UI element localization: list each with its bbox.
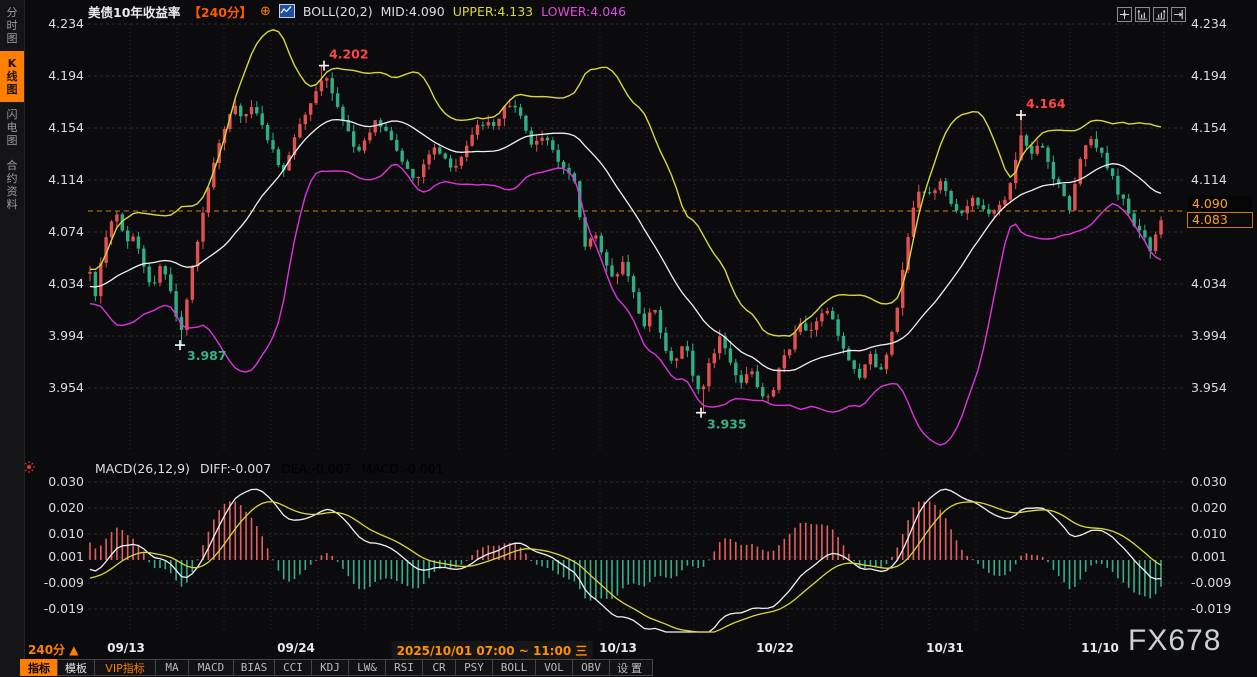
macd-macd-value: MACD:-0.001 [362, 461, 444, 476]
toolbar-button-KDJ[interactable]: KDJ [311, 659, 349, 676]
macd-tick-left: 0.020 [22, 500, 84, 515]
macd-tick-right: 0.001 [1191, 549, 1227, 564]
price-tick-right: 4.034 [1191, 276, 1227, 291]
boll-upper-value: UPPER:4.133 [453, 4, 533, 19]
date-tick: 10/22 [756, 641, 794, 655]
price-tick-left: 4.154 [22, 120, 84, 135]
toolbar-button-OBV[interactable]: OBV [572, 659, 610, 676]
chart-header: 美债10年收益率 【240分】 ⊕ BOLL(20,2) MID:4.090 U… [88, 2, 626, 20]
current-bar-time-label: 2025/10/01 07:00 ~ 11:00 三 [392, 641, 593, 660]
last-price-label: 4.083 [1187, 212, 1253, 228]
extreme-price-label: 4.164 [1026, 96, 1066, 111]
reference-price-label: 4.090 [1188, 196, 1252, 211]
add-indicator-icon[interactable]: ⊕ [260, 4, 271, 19]
toolbar-button-CCI[interactable]: CCI [274, 659, 312, 676]
price-tick-left: 3.994 [22, 328, 84, 343]
candlestick-series[interactable] [88, 30, 1162, 445]
toolbar-button-MACD[interactable]: MACD [188, 659, 234, 676]
toolbar-button-BIAS[interactable]: BIAS [233, 659, 275, 676]
sidebar-tab-K线图[interactable]: K线图 [0, 51, 24, 102]
macd-tick-right: 0.020 [1191, 500, 1227, 515]
macd-tick-right: 0.030 [1191, 474, 1227, 489]
date-tick: 10/31 [926, 641, 964, 655]
price-tick-right: 3.994 [1191, 328, 1227, 343]
macd-tick-right: 0.010 [1191, 526, 1227, 541]
crosshair-icon[interactable] [1117, 7, 1132, 22]
macd-tick-right: -0.009 [1191, 575, 1231, 590]
macd-tick-left: -0.019 [22, 601, 84, 616]
pan-right-icon[interactable] [1171, 7, 1186, 22]
toolbar-button-指标[interactable]: 指标 [20, 659, 58, 676]
boll-name-label: BOLL(20,2) [303, 4, 373, 19]
price-tick-left: 4.034 [22, 276, 84, 291]
sidebar-tab-分时图[interactable]: 分时图 [0, 0, 24, 51]
toolbar-button-MA[interactable]: MA [155, 659, 189, 676]
macd-dea-value: DEA:-0.007 [281, 461, 351, 476]
toolbar-button-BOLL[interactable]: BOLL [492, 659, 536, 676]
macd-tick-left: 0.001 [22, 549, 84, 564]
price-annotations: 4.202 4.164 3.987 3.935 [175, 47, 1066, 432]
chart-canvas[interactable]: 4.202 4.164 3.987 3.935 [0, 0, 1257, 677]
toolbar-button-LW&[interactable]: LW& [348, 659, 386, 676]
toolbar-button-模板[interactable]: 模板 [57, 659, 95, 676]
toolbar-button-设置[interactable]: 设置 [609, 659, 653, 676]
indicator-toolbar: 指标模板VIP指标MAMACDBIASCCIKDJLW&RSICRPSYBOLL… [20, 659, 652, 676]
toolbar-button-RSI[interactable]: RSI [385, 659, 423, 676]
axis-scale-right-icon[interactable] [1153, 7, 1168, 22]
price-tick-right: 4.114 [1191, 172, 1227, 187]
sidebar: 分时图K线图闪电图合约资料 [0, 0, 25, 677]
price-tick-left: 4.114 [22, 172, 84, 187]
sidebar-tab-闪电图[interactable]: 闪电图 [0, 102, 24, 153]
date-tick: 09/24 [277, 641, 315, 655]
price-tick-left: 4.074 [22, 224, 84, 239]
watermark: FX678 [1128, 624, 1221, 658]
toolbar-button-VOL[interactable]: VOL [535, 659, 573, 676]
axis-scale-left-icon[interactable] [1135, 7, 1150, 22]
macd-header: MACD(26,12,9) DIFF:-0.007 DEA:-0.007 MAC… [95, 461, 444, 476]
period-label[interactable]: 【240分】 [188, 2, 252, 21]
boll-mid-value: MID:4.090 [381, 4, 445, 19]
price-tick-right: 4.154 [1191, 120, 1227, 135]
price-tick-right: 3.954 [1191, 380, 1227, 395]
extreme-price-label: 4.202 [329, 47, 369, 62]
price-tick-right: 4.234 [1191, 16, 1227, 31]
boll-chart-icon[interactable] [279, 4, 295, 18]
boll-lower-value: LOWER:4.046 [541, 4, 626, 19]
toolbar-button-VIP指标[interactable]: VIP指标 [94, 659, 156, 676]
toolbar-button-PSY[interactable]: PSY [455, 659, 493, 676]
timeframe-label[interactable]: 240分 ▲ [28, 641, 78, 658]
price-tick-right: 4.194 [1191, 68, 1227, 83]
toolbar-button-CR[interactable]: CR [422, 659, 456, 676]
macd-tick-left: 0.010 [22, 526, 84, 541]
chart-app: 分时图K线图闪电图合约资料 美债10年收益率 【240分】 ⊕ BOLL(20,… [0, 0, 1257, 677]
macd-tick-right: -0.019 [1191, 601, 1231, 616]
price-tick-left: 4.234 [22, 16, 84, 31]
macd-name-label: MACD(26,12,9) [95, 461, 190, 476]
window-toolbar [1117, 7, 1186, 22]
extreme-price-label: 3.987 [187, 348, 227, 363]
instrument-title: 美债10年收益率 [88, 2, 180, 21]
price-tick-left: 4.194 [22, 68, 84, 83]
date-tick: 10/13 [599, 641, 637, 655]
macd-series[interactable] [89, 489, 1162, 632]
sidebar-tab-合约资料[interactable]: 合约资料 [0, 153, 24, 217]
extreme-price-label: 3.935 [707, 417, 747, 432]
date-tick: 09/13 [107, 641, 145, 655]
date-tick: 11/10 [1081, 641, 1119, 655]
macd-tick-left: -0.009 [22, 575, 84, 590]
price-tick-left: 3.954 [22, 380, 84, 395]
macd-diff-value: DIFF:-0.007 [200, 461, 271, 476]
